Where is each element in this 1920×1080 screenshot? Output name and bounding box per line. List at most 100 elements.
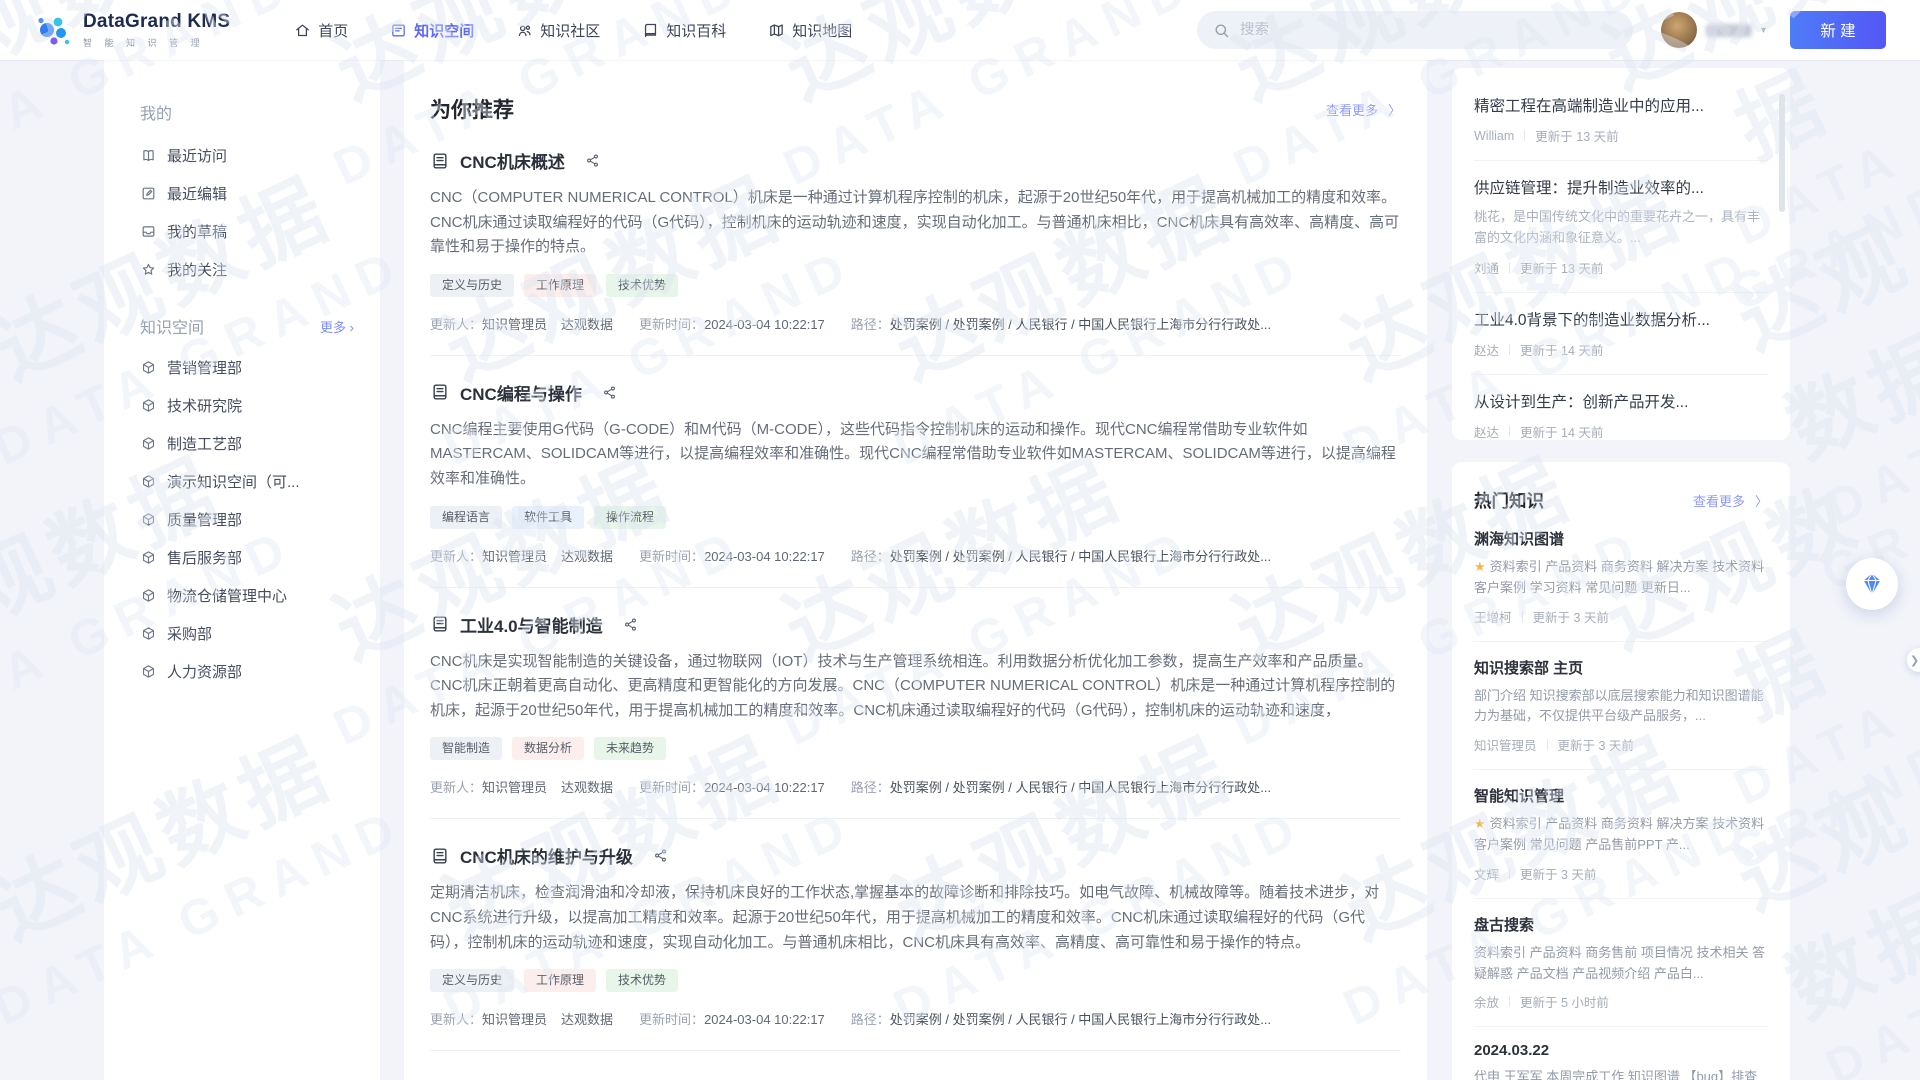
card-title-link[interactable]: 工业4.0与智能制造 <box>460 612 603 637</box>
hot-item-title-link[interactable]: 盘古搜索 <box>1474 914 1768 935</box>
sidebar-space-demo[interactable]: 演示知识空间（可... <box>140 462 360 500</box>
nav-item-home[interactable]: 首页 <box>294 20 348 41</box>
meta-time: 2024-03-04 10:22:17 <box>704 1012 825 1027</box>
hot-item-meta: 余放 更新于 5 小时前 <box>1474 992 1768 1011</box>
sidebar-space-manufacturing[interactable]: 制造工艺部 <box>140 424 360 462</box>
tag[interactable]: 工作原理 <box>524 274 596 297</box>
nav-label: 知识社区 <box>540 20 600 41</box>
recommend-card: 刀具与夹具 根据加工材料和要求选择合适的刀具，如硬质合金刀具、陶瓷刀具等。包括手… <box>430 1051 1401 1080</box>
nav-item-knowledge-wiki[interactable]: 知识百科 <box>642 20 726 41</box>
tag[interactable]: 智能制造 <box>430 737 502 760</box>
sidebar-item-my-follows[interactable]: 我的关注 <box>140 250 360 288</box>
sidebar-item-my-drafts[interactable]: 我的草稿 <box>140 212 360 250</box>
scrollbar-thumb[interactable] <box>1779 94 1785 212</box>
sidebar-space-logistics[interactable]: 物流仓储管理中心 <box>140 576 360 614</box>
card-meta: 更新人：知识管理员达观数据更新时间：2024-03-04 10:22:17路径：… <box>430 1009 1401 1028</box>
share-icon[interactable] <box>653 848 668 863</box>
meta-updater: 知识管理员 <box>482 317 547 332</box>
article-title-link[interactable]: 工业4.0背景下的制造业数据分析... <box>1474 308 1768 330</box>
home-icon <box>294 22 311 39</box>
global-search[interactable] <box>1197 11 1633 49</box>
sidebar-item-recent-edits[interactable]: 最近编辑 <box>140 174 360 212</box>
hot-item-title-link[interactable]: 2024.03.22 <box>1474 1042 1768 1059</box>
user-menu[interactable]: ▾ <box>1661 12 1766 48</box>
tag[interactable]: 定义与历史 <box>430 969 514 992</box>
card-title-link[interactable]: CNC机床的维护与升级 <box>460 843 633 868</box>
article-title-link[interactable]: 从设计到生产：创新产品开发... <box>1474 390 1768 412</box>
hot-item-title-link[interactable]: 智能知识管理 <box>1474 785 1768 806</box>
sidebar-space-procurement[interactable]: 采购部 <box>140 614 360 652</box>
spaces-more-link[interactable]: 更多 › <box>320 317 354 336</box>
card-title-link[interactable]: CNC编程与操作 <box>460 380 582 405</box>
divider <box>1474 160 1768 161</box>
main-nav: 首页 知识空间 知识社区 知识百科 知识地图 <box>294 20 852 41</box>
tag[interactable]: 编程语言 <box>430 506 502 529</box>
article-snippet: 桃花，是中国传统文化中的重要花卉之一，具有丰富的文化内涵和象征意义。... <box>1474 207 1768 248</box>
recommend-view-more-link[interactable]: 查看更多 〉 <box>1326 100 1401 119</box>
divider <box>1509 262 1510 273</box>
nav-item-knowledge-map[interactable]: 知识地图 <box>768 20 852 41</box>
tag[interactable]: 数据分析 <box>512 737 584 760</box>
assistant-float-button[interactable] <box>1846 558 1898 610</box>
sidebar-space-aftersales[interactable]: 售后服务部 <box>140 538 360 576</box>
brand-logo[interactable]: DataGrand KMS 智 能 知 识 管 理 <box>34 11 230 49</box>
sidebar-item-label: 售后服务部 <box>167 547 242 568</box>
hot-item-title-link[interactable]: 渊海知识图谱 <box>1474 528 1768 549</box>
meta-label: 更新人： <box>430 317 482 332</box>
sidebar-item-label: 我的草稿 <box>167 221 227 242</box>
hot-item-author: 知识管理员 <box>1474 735 1537 754</box>
breadcrumb[interactable]: 处罚案例 / 处罚案例 / 人民银行 / 中国人民银行上海市分行行政处... <box>890 1012 1271 1027</box>
edge-expand-handle[interactable]: ❯ <box>1907 648 1920 672</box>
chevron-right-icon: 〉 <box>1755 491 1768 510</box>
page-title: 为你推荐 <box>430 94 514 124</box>
card-title-link[interactable]: 刀具与夹具 <box>460 1075 545 1080</box>
nav-item-knowledge-community[interactable]: 知识社区 <box>516 20 600 41</box>
breadcrumb[interactable]: 处罚案例 / 处罚案例 / 人民银行 / 中国人民银行上海市分行行政处... <box>890 780 1271 795</box>
chevron-right-icon: 〉 <box>1388 100 1401 119</box>
tag[interactable]: 未来趋势 <box>594 737 666 760</box>
search-input[interactable] <box>1240 22 1617 38</box>
tag[interactable]: 技术优势 <box>606 274 678 297</box>
divider <box>1522 611 1523 622</box>
sidebar-space-quality[interactable]: 质量管理部 <box>140 500 360 538</box>
main-content: 为你推荐 查看更多 〉 CNC机床概述 CNC（COMPUTER NUMERIC… <box>404 60 1427 1080</box>
article-time: 更新于 13 天前 <box>1520 258 1603 277</box>
hot-item-time: 更新于 5 小时前 <box>1520 992 1609 1011</box>
divider <box>1547 739 1548 750</box>
meta-label: 路径： <box>851 1012 890 1027</box>
article-title-link[interactable]: 精密工程在高端制造业中的应用... <box>1474 94 1768 116</box>
article-author: William <box>1474 129 1514 143</box>
nav-label: 知识百科 <box>666 20 726 41</box>
tag[interactable]: 软件工具 <box>512 506 584 529</box>
new-button[interactable]: 新 建 <box>1790 11 1886 49</box>
sidebar-space-tech-institute[interactable]: 技术研究院 <box>140 386 360 424</box>
tag[interactable]: 操作流程 <box>594 506 666 529</box>
sidebar-item-label: 技术研究院 <box>167 395 242 416</box>
knowledge-space-icon <box>390 22 407 39</box>
hot-knowledge-title: 热门知识 <box>1474 488 1544 513</box>
share-icon[interactable] <box>623 617 638 632</box>
cube-icon <box>140 397 157 414</box>
tag[interactable]: 定义与历史 <box>430 274 514 297</box>
tag[interactable]: 工作原理 <box>524 969 596 992</box>
breadcrumb[interactable]: 处罚案例 / 处罚案例 / 人民银行 / 中国人民银行上海市分行行政处... <box>890 549 1271 564</box>
share-icon[interactable] <box>602 385 617 400</box>
meta-updater: 知识管理员 <box>482 1012 547 1027</box>
nav-item-knowledge-space[interactable]: 知识空间 <box>390 20 474 41</box>
avatar[interactable] <box>1661 12 1697 48</box>
sidebar-space-hr[interactable]: 人力资源部 <box>140 652 360 690</box>
tag[interactable]: 技术优势 <box>606 969 678 992</box>
hot-item-title-link[interactable]: 知识搜索部 主页 <box>1474 657 1768 678</box>
article-time: 更新于 14 天前 <box>1520 422 1603 440</box>
article-title-link[interactable]: 供应链管理：提升制造业效率的... <box>1474 176 1768 198</box>
divider <box>1509 344 1510 355</box>
article-time: 更新于 13 天前 <box>1535 126 1618 145</box>
breadcrumb[interactable]: 处罚案例 / 处罚案例 / 人民银行 / 中国人民银行上海市分行行政处... <box>890 317 1271 332</box>
edit-icon <box>140 185 157 202</box>
card-title-link[interactable]: CNC机床概述 <box>460 148 565 173</box>
share-icon[interactable] <box>585 153 600 168</box>
hot-item: 盘古搜索 资料索引 产品资料 商务售前 项目情况 技术相关 答疑解惑 产品文档 … <box>1474 914 1768 1012</box>
hot-view-more-link[interactable]: 查看更多 〉 <box>1693 491 1768 510</box>
sidebar-space-marketing[interactable]: 营销管理部 <box>140 348 360 386</box>
sidebar-item-recent-visits[interactable]: 最近访问 <box>140 136 360 174</box>
